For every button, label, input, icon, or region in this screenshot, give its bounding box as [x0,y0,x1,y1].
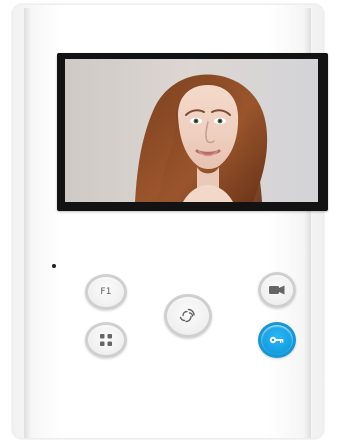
caller-face-image [65,59,318,202]
video-screen [57,53,328,211]
voice-icon [179,308,195,323]
f1-button[interactable]: F1 [85,274,127,310]
status-indicator [52,264,56,268]
grid-icon [100,334,112,346]
door-open-button[interactable] [258,322,296,358]
grid-button[interactable] [85,322,127,358]
audio-talk-button[interactable] [164,294,212,338]
caller-video-feed [65,59,318,202]
video-camera-button[interactable] [258,272,296,308]
intercom-monitor: F1 [12,4,328,439]
video-camera-icon [269,285,285,295]
f1-button-label: F1 [100,286,112,297]
intercom-screenshot: F1 [0,0,337,443]
device-left-edge [24,8,31,438]
key-icon [269,336,284,344]
